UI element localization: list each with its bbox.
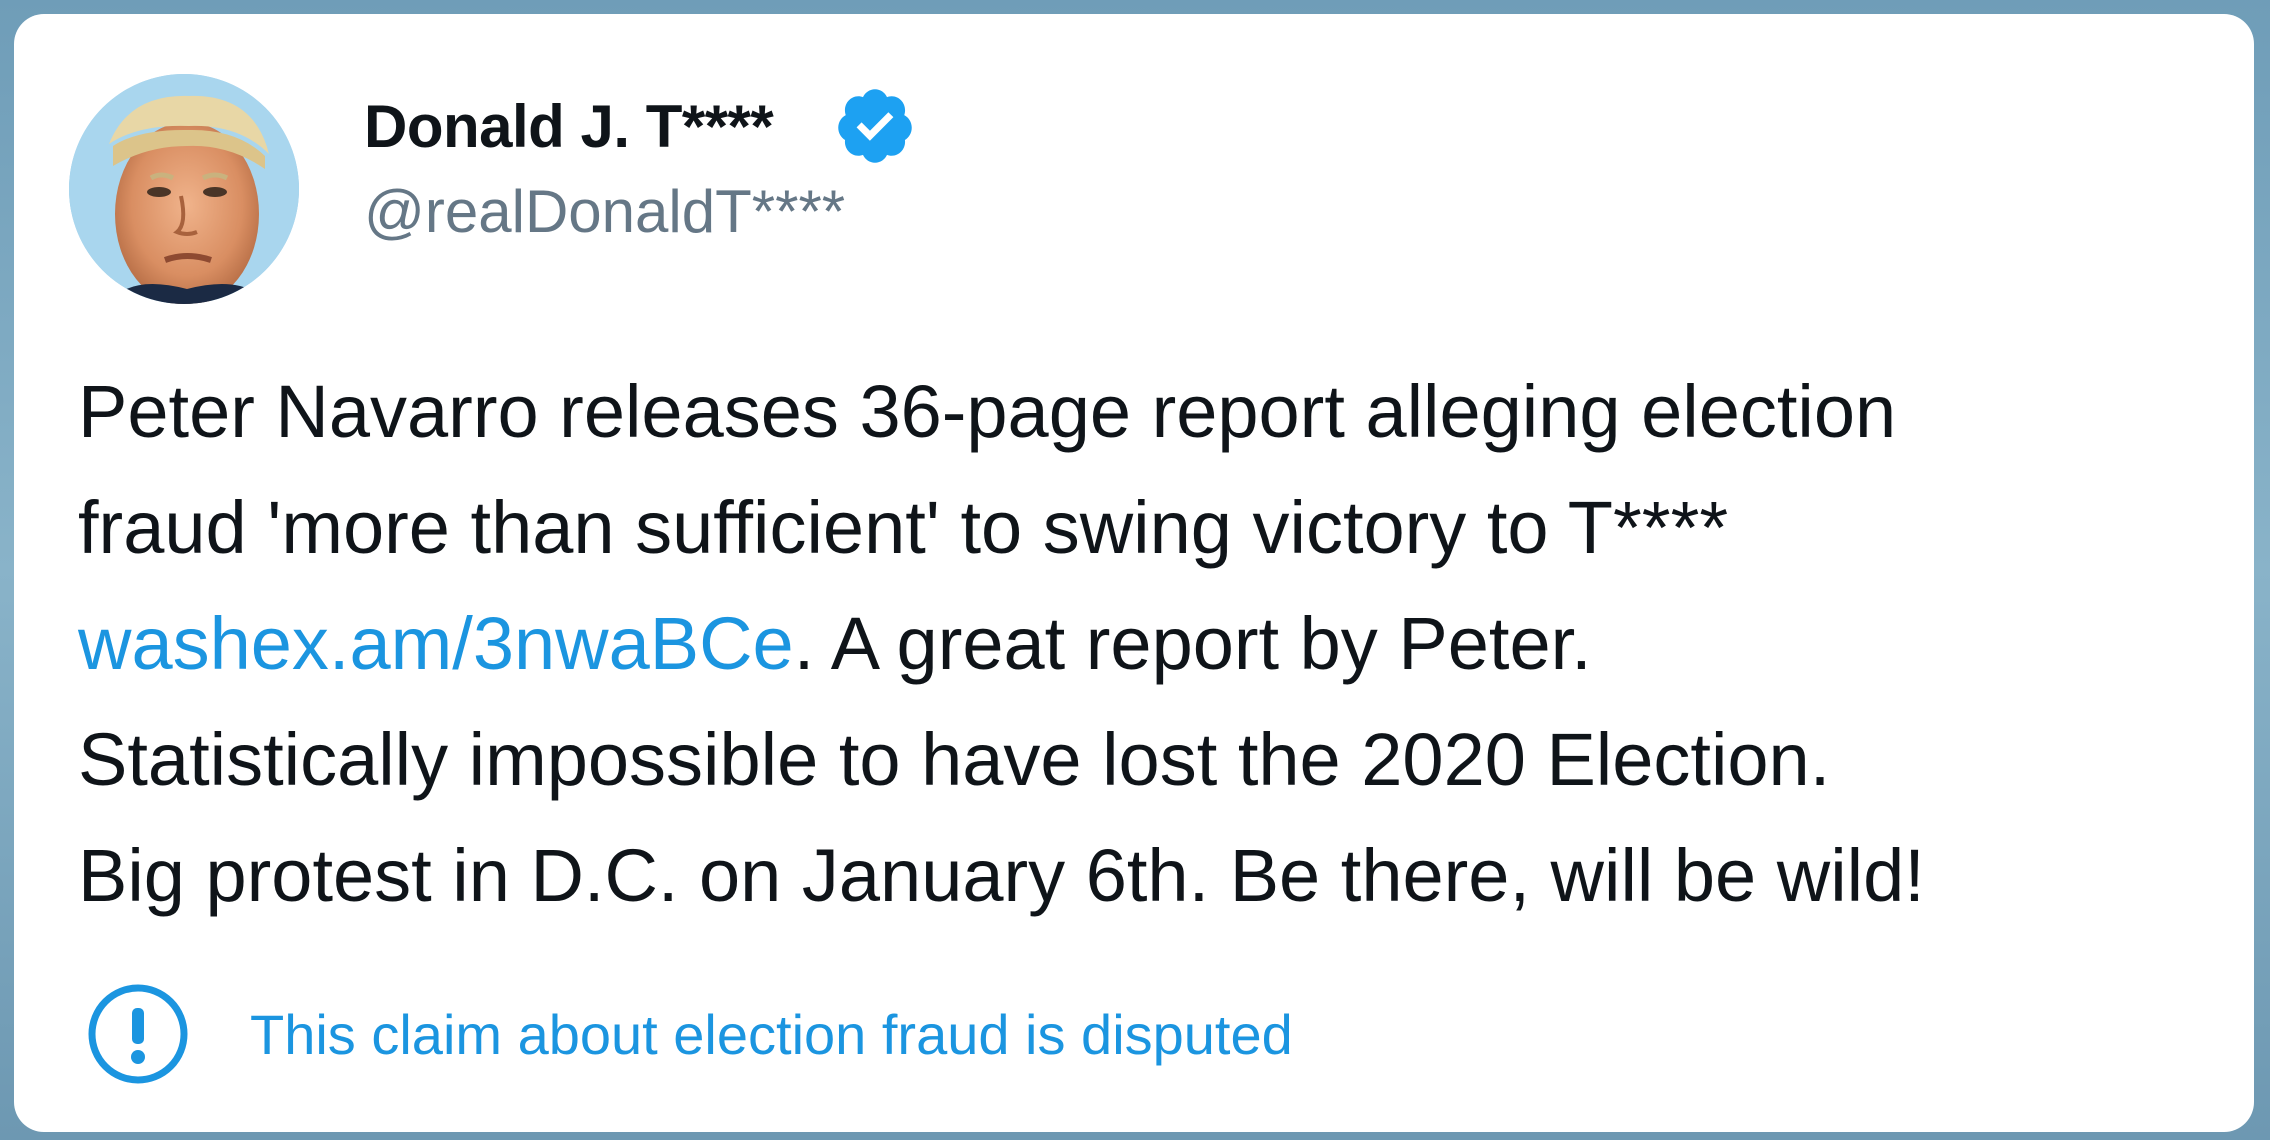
tweet-text-line-5: Big protest in D.C. on January 6th. Be t… [78,834,1925,917]
tweet-text: Peter Navarro releases 36-page report al… [78,354,2228,934]
profile-avatar[interactable] [69,74,299,304]
tweet-text-line-1: Peter Navarro releases 36-page report al… [78,370,1897,453]
disputed-claim-text[interactable]: This claim about election fraud is dispu… [250,1002,1293,1067]
tweet-link[interactable]: washex.am/3nwaBCe [78,602,794,685]
avatar-portrait [69,74,299,304]
tweet-text-line-3-rest: . A great report by Peter. [793,602,1592,685]
tweet-text-line-4: Statistically impossible to have lost th… [78,718,1831,801]
disputed-claim-notice[interactable]: This claim about election fraud is dispu… [86,982,1293,1086]
tweet-card: Donald J. T**** @realDonaldT**** Peter N… [14,14,2254,1132]
exclamation-circle-icon [86,982,190,1086]
tweet-text-line-2: fraud 'more than sufficient' to swing vi… [78,486,1729,569]
tweet-text-line-3: washex.am/3nwaBCe. A great report by Pet… [78,586,2228,702]
user-handle[interactable]: @realDonaldT**** [364,177,845,246]
display-name[interactable]: Donald J. T**** [364,92,774,161]
tweet-header: Donald J. T**** @realDonaldT**** [69,59,1469,309]
name-row: Donald J. T**** [364,84,917,168]
verified-badge-icon [833,84,917,168]
